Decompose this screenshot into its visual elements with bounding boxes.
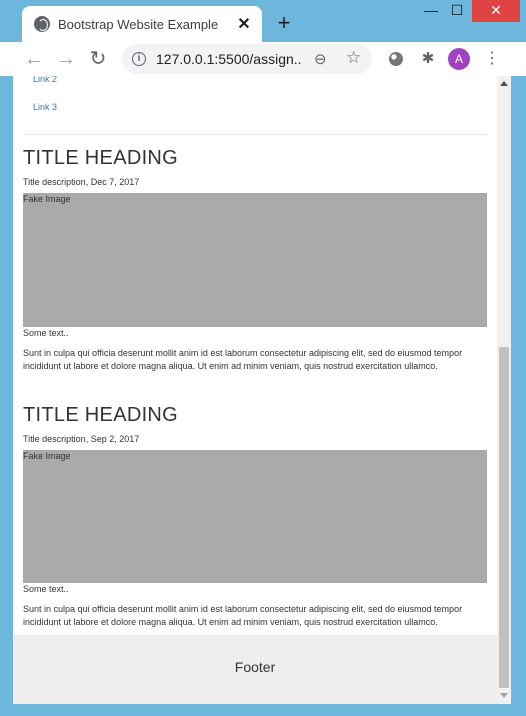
post-title: TITLE HEADING — [23, 404, 179, 426]
sidebar-link-2[interactable]: Link 2 — [33, 76, 57, 84]
bookmark-star-icon[interactable]: ☆ — [346, 48, 361, 68]
browser-toolbar: ← → ↻ i 127.0.0.1:5500/assign... ⊖ ☆ ✱ A… — [0, 42, 526, 76]
divider — [23, 134, 487, 135]
close-window-button[interactable]: ✕ — [472, 0, 520, 22]
kebab-menu-icon[interactable]: ⋮ — [484, 48, 500, 68]
page-viewport: Link 2 Link 3 TITLE HEADING Title descri… — [13, 76, 497, 704]
extension-circle-icon[interactable] — [386, 49, 406, 69]
tab-title: Bootstrap Website Example — [58, 16, 219, 32]
globe-icon — [34, 16, 50, 32]
vertical-scrollbar[interactable] — [497, 76, 511, 704]
zoom-out-icon[interactable]: ⊖ — [314, 50, 327, 68]
back-arrow-icon[interactable]: ← — [22, 47, 46, 71]
fake-image-label: Fake Image — [23, 194, 71, 204]
post-description: Title description, Sep 2, 2017 — [23, 434, 140, 444]
reload-icon[interactable]: ↻ — [86, 47, 110, 71]
window-frame-bottom — [0, 704, 526, 716]
fake-image-label: Fake Image — [23, 451, 71, 461]
post-card: TITLE HEADING Title description, Sep 2, … — [23, 404, 487, 628]
forward-arrow-icon[interactable]: → — [54, 47, 78, 71]
info-icon[interactable]: i — [132, 52, 146, 66]
post-paragraph: Sunt in culpa qui officia deserunt molli… — [23, 604, 463, 627]
url-text[interactable]: 127.0.0.1:5500/assign... — [156, 51, 301, 67]
new-tab-button[interactable]: + — [272, 12, 296, 36]
browser-titlebar: Bootstrap Website Example ✕ + — ☐ ✕ — [0, 0, 526, 42]
scrollbar-thumb[interactable] — [499, 347, 509, 688]
maximize-button[interactable]: ☐ — [444, 0, 470, 22]
scroll-up-arrow-icon[interactable] — [500, 81, 508, 86]
minimize-button[interactable]: — — [418, 0, 444, 22]
fake-image: Fake Image — [23, 193, 487, 327]
post-some-text: Some text.. — [23, 584, 69, 594]
post-paragraph: Sunt in culpa qui officia deserunt molli… — [23, 348, 463, 371]
close-tab-icon[interactable]: ✕ — [234, 14, 254, 34]
post-description: Title description, Dec 7, 2017 — [23, 177, 140, 187]
sidebar-link-3[interactable]: Link 3 — [33, 102, 57, 112]
page-footer: Footer — [13, 635, 497, 704]
fake-image: Fake Image — [23, 450, 487, 583]
footer-text: Footer — [234, 659, 276, 675]
post-card: TITLE HEADING Title description, Dec 7, … — [23, 147, 487, 372]
scroll-down-arrow-icon[interactable] — [500, 693, 508, 698]
post-title: TITLE HEADING — [23, 147, 179, 169]
address-bar[interactable]: i 127.0.0.1:5500/assign... ⊖ ☆ — [122, 44, 372, 74]
puzzle-icon[interactable]: ✱ — [418, 49, 438, 69]
profile-avatar[interactable]: A — [448, 48, 470, 70]
post-some-text: Some text.. — [23, 328, 69, 338]
browser-tab[interactable]: Bootstrap Website Example ✕ — [22, 6, 262, 42]
